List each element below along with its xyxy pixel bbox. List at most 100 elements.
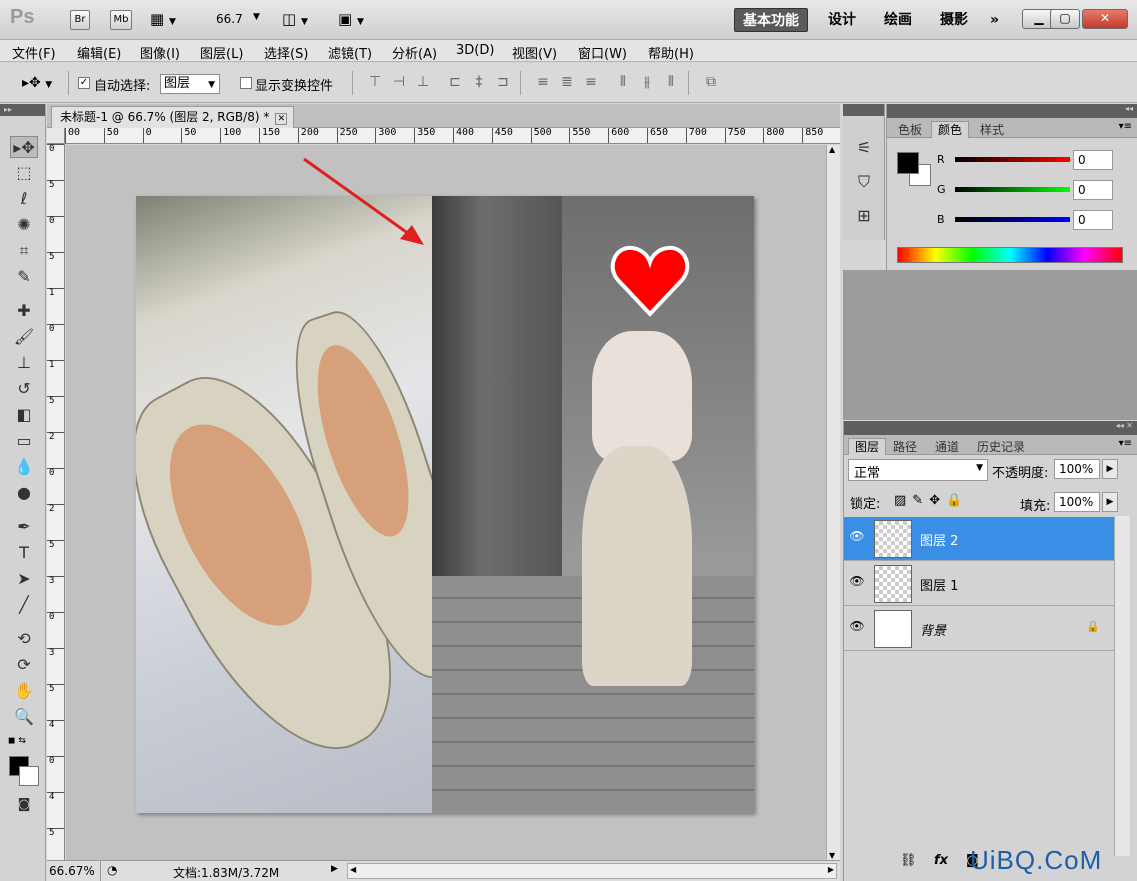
- horizontal-scrollbar[interactable]: ◀ ▶: [347, 863, 837, 879]
- type-tool-icon[interactable]: T: [10, 542, 38, 564]
- zoom-level-display[interactable]: 66.7: [216, 12, 243, 26]
- lock-position-icon[interactable]: ✥: [929, 493, 946, 508]
- green-slider[interactable]: [955, 187, 1070, 192]
- screen-mode-icon[interactable]: ▣ ▼: [338, 10, 364, 28]
- link-layers-icon[interactable]: ⛓: [900, 853, 917, 868]
- lock-transparency-icon[interactable]: ▨: [894, 493, 912, 508]
- hand-tool-icon[interactable]: ✋: [10, 680, 38, 702]
- align-vcenter-icon[interactable]: ⊣: [390, 74, 408, 92]
- vertical-ruler[interactable]: 05051015202530354045: [47, 144, 65, 860]
- distribute-hcenter-icon[interactable]: ⫵: [638, 74, 656, 92]
- panel-collapse-icon[interactable]: ◂◂: [887, 104, 1137, 118]
- align-hcenter-icon[interactable]: ‡: [470, 74, 488, 92]
- align-right-icon[interactable]: ⊐: [494, 74, 512, 92]
- distribute-top-icon[interactable]: ≡: [534, 74, 552, 92]
- green-value-input[interactable]: 0: [1073, 180, 1113, 200]
- tab-color[interactable]: 颜色: [931, 121, 970, 138]
- fill-slider-arrow-icon[interactable]: ▶: [1102, 492, 1118, 512]
- document-tab[interactable]: 未标题-1 @ 66.7% (图层 2, RGB/8) * ✕: [51, 106, 295, 128]
- layers-scrollbar[interactable]: [1114, 516, 1130, 856]
- ruler-origin[interactable]: [47, 128, 65, 144]
- maximize-button[interactable]: ▢: [1050, 9, 1080, 29]
- layer-row[interactable]: 👁 背景 🔒: [844, 607, 1114, 651]
- eraser-tool-icon[interactable]: ◧: [10, 404, 38, 426]
- view-extras-icon[interactable]: ▦ ▼: [150, 10, 176, 28]
- dodge-tool-icon[interactable]: ●: [10, 482, 38, 504]
- gradient-tool-icon[interactable]: ▭: [10, 430, 38, 452]
- canvas-area[interactable]: [66, 145, 826, 860]
- mini-bridge-button[interactable]: Mb: [110, 10, 132, 30]
- 3d-orbit-tool-icon[interactable]: ⟳: [10, 654, 38, 676]
- workspace-painting[interactable]: 绘画: [876, 8, 920, 32]
- scroll-left-icon[interactable]: ◀: [350, 865, 356, 874]
- menu-select[interactable]: 选择(S): [264, 43, 308, 62]
- pen-tool-icon[interactable]: ✒: [10, 516, 38, 538]
- brush-tool-icon[interactable]: 🖌: [10, 326, 38, 348]
- default-colors-icon[interactable]: ◼ ⇆: [8, 736, 26, 746]
- red-value-input[interactable]: 0: [1073, 150, 1113, 170]
- foreground-color-swatch[interactable]: [897, 152, 919, 174]
- panel-collapse-icon[interactable]: ◂◂ ✕: [844, 421, 1137, 435]
- panel-menu-icon[interactable]: ▾≡: [1119, 438, 1132, 449]
- lock-all-icon[interactable]: 🔒: [946, 493, 968, 508]
- close-button[interactable]: ✕: [1082, 9, 1128, 29]
- menu-image[interactable]: 图像(I): [140, 43, 180, 62]
- menu-layer[interactable]: 图层(L): [200, 43, 243, 62]
- menu-filter[interactable]: 滤镜(T): [328, 43, 372, 62]
- layer-name[interactable]: 图层 1: [920, 575, 958, 594]
- tab-styles[interactable]: 样式: [973, 121, 1011, 138]
- background-color-swatch[interactable]: [19, 766, 39, 786]
- fill-input[interactable]: 100%: [1054, 492, 1100, 512]
- status-icon[interactable]: ◔: [107, 863, 117, 877]
- quick-mask-icon[interactable]: ◙: [10, 794, 38, 816]
- distribute-left-icon[interactable]: ⫴: [614, 74, 632, 92]
- history-brush-tool-icon[interactable]: ↺: [10, 378, 38, 400]
- eyedropper-tool-icon[interactable]: ✎: [10, 266, 38, 288]
- menu-view[interactable]: 视图(V): [512, 43, 557, 62]
- auto-select-dropdown[interactable]: 图层 ▼: [160, 74, 220, 94]
- color-spectrum-bar[interactable]: [897, 247, 1123, 263]
- opacity-input[interactable]: 100%: [1054, 459, 1100, 479]
- distribute-vcenter-icon[interactable]: ≣: [558, 74, 576, 92]
- panel-menu-icon[interactable]: ▾≡: [1119, 121, 1132, 132]
- menu-file[interactable]: 文件(F): [12, 43, 56, 62]
- tools-panel-collapse-icon[interactable]: ▸▸: [0, 104, 45, 116]
- bridge-button[interactable]: Br: [70, 10, 90, 30]
- crop-tool-icon[interactable]: ⌗: [10, 240, 38, 262]
- brush-presets-icon[interactable]: ⛉: [853, 172, 875, 194]
- layer-style-fx-icon[interactable]: fx: [934, 853, 948, 868]
- dock-header[interactable]: [843, 104, 884, 116]
- scroll-up-icon[interactable]: ▲: [829, 145, 835, 154]
- status-menu-arrow-icon[interactable]: ▶: [331, 864, 338, 874]
- adjustments-icon[interactable]: ⚟: [853, 138, 875, 160]
- lasso-tool-icon[interactable]: ℓ: [10, 188, 38, 210]
- red-slider[interactable]: [955, 157, 1070, 162]
- visibility-eye-icon[interactable]: 👁: [848, 619, 866, 637]
- vertical-scrollbar[interactable]: ▲ ▼: [826, 145, 840, 860]
- lock-pixels-icon[interactable]: ✎: [912, 493, 929, 508]
- tab-history[interactable]: 历史记录: [970, 438, 1032, 455]
- zoom-dropdown-icon[interactable]: ▼: [253, 12, 260, 22]
- path-selection-tool-icon[interactable]: ➤: [10, 568, 38, 590]
- tab-swatches[interactable]: 色板: [891, 121, 929, 138]
- workspace-photography[interactable]: 摄影: [932, 8, 976, 32]
- menu-3d[interactable]: 3D(D): [456, 43, 494, 58]
- distribute-right-icon[interactable]: ⫴: [662, 74, 680, 92]
- clone-stamp-tool-icon[interactable]: ⊥: [10, 352, 38, 374]
- tab-channels[interactable]: 通道: [928, 438, 966, 455]
- distribute-bottom-icon[interactable]: ≡: [582, 74, 600, 92]
- marquee-tool-icon[interactable]: ⬚: [10, 162, 38, 184]
- blue-value-input[interactable]: 0: [1073, 210, 1113, 230]
- close-document-icon[interactable]: ✕: [275, 113, 288, 125]
- show-transform-checkbox[interactable]: [240, 77, 252, 89]
- blur-tool-icon[interactable]: 💧: [10, 456, 38, 478]
- align-bottom-icon[interactable]: ⊥: [414, 74, 432, 92]
- healing-brush-tool-icon[interactable]: ✚: [10, 300, 38, 322]
- layer-row[interactable]: 👁 图层 2: [844, 517, 1114, 561]
- horizontal-ruler[interactable]: 00 50 0 50 100 150 200 250 300 350 400 450 500 550 600…: [65, 128, 840, 144]
- zoom-tool-icon[interactable]: 🔍: [10, 706, 38, 728]
- opacity-slider-arrow-icon[interactable]: ▶: [1102, 459, 1118, 479]
- quick-select-tool-icon[interactable]: ✺: [10, 214, 38, 236]
- blue-slider[interactable]: [955, 217, 1070, 222]
- menu-help[interactable]: 帮助(H): [648, 43, 694, 62]
